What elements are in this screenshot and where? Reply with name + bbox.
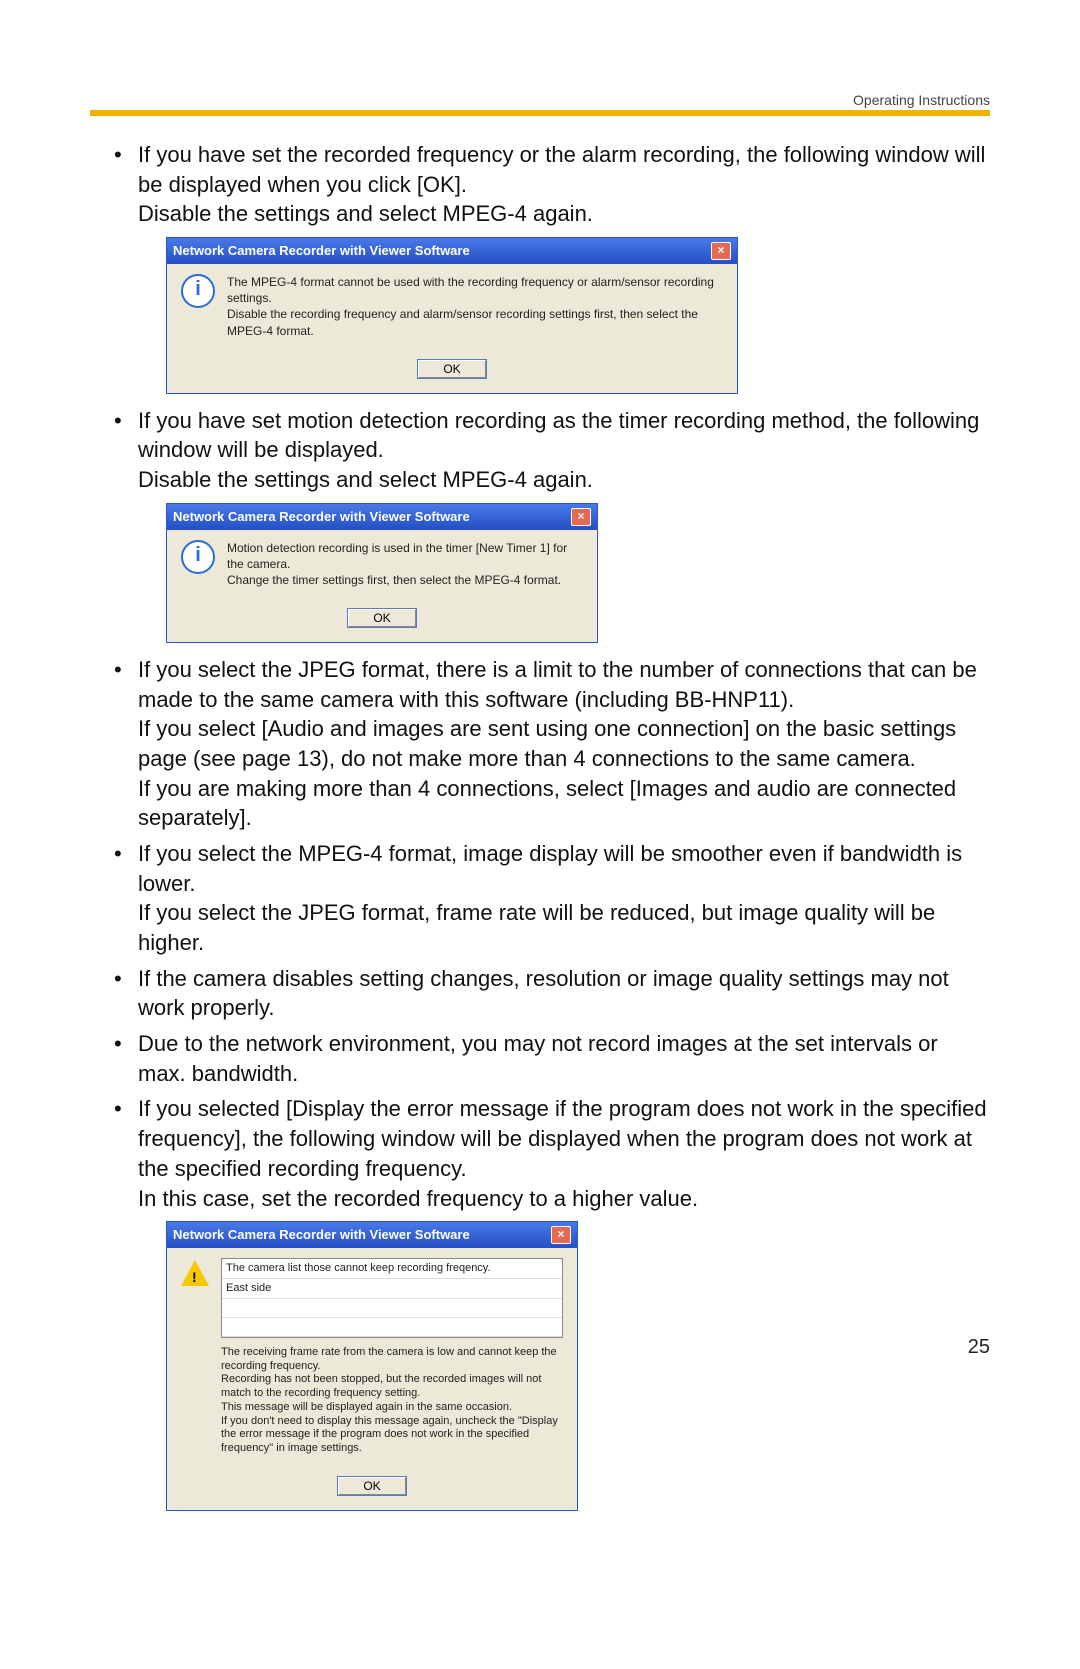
dialog-message: Motion detection recording is used in th… xyxy=(227,541,567,571)
bullet-text: If you select the JPEG format, there is … xyxy=(138,657,977,712)
bullet-text: If you have set the recorded frequency o… xyxy=(138,142,985,197)
page-number: 25 xyxy=(968,1336,990,1359)
list-row xyxy=(222,1318,562,1337)
dialog-message: Disable the recording frequency and alar… xyxy=(227,307,698,337)
list-row xyxy=(222,1299,562,1318)
bullet-text: Disable the settings and select MPEG-4 a… xyxy=(138,201,593,226)
bullet-text: If you are making more than 4 connection… xyxy=(138,776,956,831)
ok-button[interactable]: OK xyxy=(348,609,415,627)
close-icon[interactable]: × xyxy=(571,508,591,526)
list-item: If you select the MPEG-4 format, image d… xyxy=(110,839,990,958)
dialog-message: Change the timer settings first, then se… xyxy=(227,573,561,587)
dialog-message: The MPEG-4 format cannot be used with th… xyxy=(227,275,714,305)
bullet-text: If you select the MPEG-4 format, image d… xyxy=(138,841,962,896)
dialog-note: This message will be displayed again in … xyxy=(221,1401,512,1413)
dialog-titlebar: Network Camera Recorder with Viewer Soft… xyxy=(167,238,737,264)
dialog-title: Network Camera Recorder with Viewer Soft… xyxy=(173,242,470,260)
ok-button[interactable]: OK xyxy=(418,360,485,378)
bullet-text: If you select [Audio and images are sent… xyxy=(138,716,956,771)
dialog-mpeg4-alarm: Network Camera Recorder with Viewer Soft… xyxy=(166,237,738,393)
bullet-text: In this case, set the recorded frequency… xyxy=(138,1186,698,1211)
list-item: If you have set the recorded frequency o… xyxy=(110,140,990,394)
bullet-text: If you selected [Display the error messa… xyxy=(138,1096,987,1180)
dialog-motion-detection: Network Camera Recorder with Viewer Soft… xyxy=(166,503,598,643)
bullet-text: If you select the JPEG format, frame rat… xyxy=(138,900,935,955)
bullet-text: If you have set motion detection recordi… xyxy=(138,408,979,463)
bullet-text: Disable the settings and select MPEG-4 a… xyxy=(138,467,593,492)
close-icon[interactable]: × xyxy=(551,1226,571,1244)
dialog-note: If you don't need to display this messag… xyxy=(221,1415,558,1455)
ok-button[interactable]: OK xyxy=(338,1477,405,1495)
dialog-note: Recording has not been stopped, but the … xyxy=(221,1373,541,1399)
list-item: If you select the JPEG format, there is … xyxy=(110,655,990,833)
header-label: Operating Instructions xyxy=(853,92,990,108)
dialog-note: The receiving frame rate from the camera… xyxy=(221,1346,557,1372)
header-rule xyxy=(90,110,990,116)
info-icon: i xyxy=(181,540,215,574)
list-item: If you have set motion detection recordi… xyxy=(110,406,990,643)
list-item: If the camera disables setting changes, … xyxy=(110,964,990,1023)
dialog-title: Network Camera Recorder with Viewer Soft… xyxy=(173,508,470,526)
list-row: East side xyxy=(222,1279,562,1299)
bullet-list: If you have set the recorded frequency o… xyxy=(110,140,990,1511)
camera-list: The camera list those cannot keep record… xyxy=(221,1258,563,1338)
dialog-titlebar: Network Camera Recorder with Viewer Soft… xyxy=(167,1222,577,1248)
close-icon[interactable]: × xyxy=(711,242,731,260)
list-item: If you selected [Display the error messa… xyxy=(110,1094,990,1510)
bullet-text: If the camera disables setting changes, … xyxy=(138,966,949,1021)
dialog-titlebar: Network Camera Recorder with Viewer Soft… xyxy=(167,504,597,530)
warning-icon xyxy=(181,1260,209,1286)
dialog-title: Network Camera Recorder with Viewer Soft… xyxy=(173,1226,470,1244)
info-icon: i xyxy=(181,274,215,308)
dialog-frequency-error: Network Camera Recorder with Viewer Soft… xyxy=(166,1221,578,1510)
list-item: Due to the network environment, you may … xyxy=(110,1029,990,1088)
list-header: The camera list those cannot keep record… xyxy=(222,1259,562,1279)
bullet-text: Due to the network environment, you may … xyxy=(138,1031,938,1086)
